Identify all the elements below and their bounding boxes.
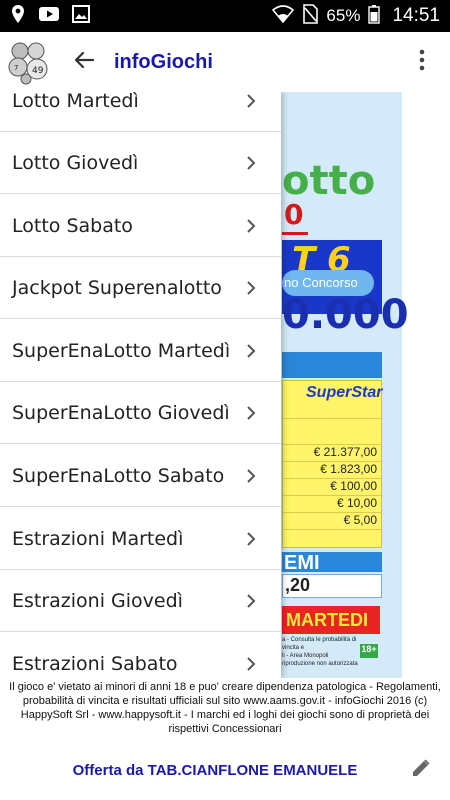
table-row: € 1.823,00: [283, 462, 381, 479]
chevron-right-icon: [243, 280, 259, 296]
drawer-item-label: SuperEnaLotto Sabato: [12, 464, 225, 487]
drawer-item-label: Lotto Sabato: [12, 214, 133, 237]
location-icon: [10, 4, 26, 29]
drawer-item-label: Estrazioni Sabato: [12, 652, 178, 675]
table-row: € 5,00: [283, 513, 381, 530]
drawer-item-superenalotto-sabato[interactable]: SuperEnaLotto Sabato: [0, 445, 281, 507]
drawer-item-label: Estrazioni Martedì: [12, 527, 184, 550]
drawer-item-lotto-sabato[interactable]: Lotto Sabato: [0, 195, 281, 257]
poster-fineprint: a - Consulta le probabilità di vincita e…: [282, 636, 360, 668]
drawer-item-lotto-giovedi[interactable]: Lotto Giovedì: [0, 132, 281, 194]
battery-icon: [368, 4, 381, 29]
drawer-item-label: Lotto Martedì: [12, 92, 139, 112]
drawer-item-estrazioni-sabato[interactable]: Estrazioni Sabato: [0, 633, 281, 678]
poster-prize-table: € 21.377,00 € 1.823,00 € 100,00 € 10,00 …: [282, 380, 382, 548]
drawer-item-label: SuperEnaLotto Giovedì: [12, 401, 230, 424]
chevron-right-icon: [243, 405, 259, 421]
offer-text: Offerta da TAB.CIANFLONE EMANUELE: [72, 761, 358, 779]
poster-red-band: MARTEDI: [282, 606, 380, 634]
poster-blue-band: [282, 352, 382, 378]
chevron-right-icon: [243, 468, 259, 484]
chevron-right-icon: [243, 656, 259, 672]
legal-disclaimer: Il gioco e' vietato ai minori di anni 18…: [9, 681, 441, 735]
app-logo-icon: 49 7: [6, 39, 52, 85]
content-area: otto 0 T 6 no Concorso 0.000 € 21.377,00…: [0, 92, 450, 678]
edit-pencil-icon: [410, 757, 432, 784]
poster-year: 0: [284, 198, 304, 231]
svg-text:7: 7: [14, 64, 18, 72]
drawer-item-jackpot-superenalotto[interactable]: Jackpot Superenalotto: [0, 257, 281, 319]
poster-jackpot-amount: 0.000: [282, 292, 409, 338]
overflow-menu-icon: [419, 49, 425, 76]
poster-pill-text: no Concorso: [284, 275, 358, 290]
superstar-logo: SuperStar: [306, 384, 383, 401]
poster-underline: [282, 232, 308, 235]
overflow-menu-button[interactable]: [402, 42, 442, 82]
chevron-right-icon: [243, 531, 259, 547]
poster-premi-value: ,20: [282, 574, 382, 598]
fineprint-line: li - Area Monopoli: [282, 653, 329, 659]
age-badge: 18+: [360, 644, 378, 658]
image-icon: [72, 4, 90, 28]
drawer-item-label: Estrazioni Giovedì: [12, 589, 183, 612]
table-row: € 21.377,00: [283, 445, 381, 462]
wifi-icon: [272, 4, 295, 28]
chevron-right-icon: [243, 343, 259, 359]
page-title: infoGiochi: [114, 50, 213, 73]
drawer-item-label: Lotto Giovedì: [12, 151, 139, 174]
edit-button[interactable]: [406, 755, 436, 785]
drawer-item-superenalotto-martedi[interactable]: SuperEnaLotto Martedì: [0, 320, 281, 382]
fineprint-line: riproduzione non autorizzata: [282, 661, 358, 667]
chevron-right-icon: [243, 155, 259, 171]
offer-bar: Offerta da TAB.CIANFLONE EMANUELE: [0, 750, 450, 790]
battery-percent: 65%: [326, 6, 361, 25]
back-arrow-icon: [73, 49, 95, 76]
table-blank-row: [283, 419, 381, 445]
drawer-item-estrazioni-giovedi[interactable]: Estrazioni Giovedì: [0, 570, 281, 632]
chevron-right-icon: [243, 93, 259, 109]
status-bar: 65% 14:51: [0, 0, 450, 32]
poster-premi-band: EMI: [282, 552, 382, 574]
back-button[interactable]: [64, 42, 104, 82]
chevron-right-icon: [243, 218, 259, 234]
fineprint-line: a - Consulta le probabilità di vincita e: [282, 637, 357, 651]
drawer-item-label: SuperEnaLotto Martedì: [12, 339, 231, 362]
table-row: € 100,00: [283, 479, 381, 496]
drawer-item-label: Jackpot Superenalotto: [12, 276, 222, 299]
drawer-item-estrazioni-martedi[interactable]: Estrazioni Martedì: [0, 508, 281, 570]
no-sim-icon: [302, 3, 319, 29]
app-bar: 49 7 infoGiochi: [0, 32, 450, 92]
svg-text:49: 49: [32, 66, 44, 76]
chevron-right-icon: [243, 593, 259, 609]
drawer-item-superenalotto-giovedi[interactable]: SuperEnaLotto Giovedì: [0, 382, 281, 444]
table-row: € 10,00: [283, 496, 381, 513]
status-system: 65% 14:51: [272, 3, 440, 29]
drawer-item-lotto-martedi[interactable]: Lotto Martedì: [0, 92, 281, 132]
navigation-drawer: Lotto Martedì Lotto Giovedì Lotto Sabato…: [0, 92, 281, 678]
status-notifications: [10, 4, 90, 29]
clock: 14:51: [392, 5, 440, 26]
youtube-icon: [38, 6, 60, 27]
